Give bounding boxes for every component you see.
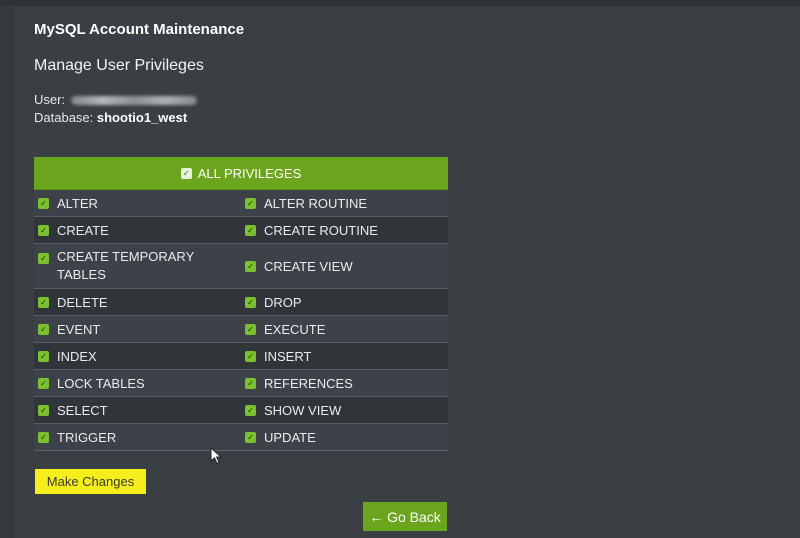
user-label: User: [34,92,66,107]
privilege-checkbox[interactable]: ✓ [38,404,49,416]
privilege-item[interactable]: ✓ SHOW VIEW [241,403,448,418]
privilege-label: CREATE [57,222,109,238]
privilege-checkbox[interactable]: ✓ [245,197,256,209]
privilege-checkbox[interactable]: ✓ [38,197,49,209]
privilege-label: EVENT [57,321,101,337]
privilege-item[interactable]: ✓ REFERENCES [241,376,448,391]
table-row: ✓ DELETE ✓ DROP [34,289,448,316]
database-value: shootio1_west [96,110,188,125]
privilege-label: CREATE ROUTINE [264,222,378,238]
privilege-label: INDEX [57,348,97,364]
privilege-item[interactable]: ✓ ALTER ROUTINE [241,196,448,211]
privilege-item[interactable]: ✓ EVENT [34,322,241,337]
privilege-item[interactable]: ✓ LOCK TABLES [34,376,241,391]
page-subtitle: Manage User Privileges [34,57,204,74]
privilege-checkbox[interactable]: ✓ [245,404,256,416]
left-strip [0,6,14,538]
privilege-checkbox[interactable]: ✓ [245,224,256,236]
table-row: ✓ CREATE ✓ CREATE ROUTINE [34,217,448,244]
privilege-checkbox[interactable]: ✓ [245,260,256,272]
privilege-item[interactable]: ✓ CREATE TEMPORARY TABLES [34,248,241,284]
privilege-checkbox[interactable]: ✓ [38,296,49,308]
all-privileges-label: ALL PRIVILEGES [197,165,302,181]
privilege-label: LOCK TABLES [57,375,145,391]
privilege-item[interactable]: ✓ CREATE [34,223,241,238]
privilege-label: ALTER ROUTINE [264,195,368,211]
privilege-item[interactable]: ✓ DELETE [34,295,241,310]
privilege-checkbox[interactable]: ✓ [38,224,49,236]
privilege-label: CREATE TEMPORARY TABLES [57,249,195,282]
privilege-item[interactable]: ✓ DROP [241,295,448,310]
privilege-label: REFERENCES [264,375,353,391]
privilege-item[interactable]: ✓ UPDATE [241,430,448,445]
privilege-label: SHOW VIEW [264,402,342,418]
go-back-button[interactable]: ← Go Back [363,502,447,531]
privilege-item[interactable]: ✓ ALTER [34,196,241,211]
mouse-pointer-icon [210,447,223,465]
privilege-checkbox[interactable]: ✓ [38,431,49,443]
privilege-item[interactable]: ✓ INDEX [34,349,241,364]
privilege-label: DROP [264,294,302,310]
privilege-label: INSERT [264,348,312,364]
table-row: ✓ CREATE TEMPORARY TABLES ✓ CREATE VIEW [34,244,448,289]
privilege-label: DELETE [57,294,108,310]
privilege-item[interactable]: ✓ CREATE VIEW [241,259,448,274]
privilege-item[interactable]: ✓ EXECUTE [241,322,448,337]
redacted-username [70,96,197,106]
privilege-checkbox[interactable]: ✓ [245,350,256,362]
privilege-checkbox[interactable]: ✓ [245,323,256,335]
table-row: ✓ TRIGGER ✓ UPDATE [34,424,448,451]
privilege-checkbox[interactable]: ✓ [38,350,49,362]
privilege-label: EXECUTE [264,321,326,337]
privilege-label: UPDATE [264,429,316,445]
privilege-checkbox[interactable]: ✓ [245,377,256,389]
database-label: Database: [34,110,94,125]
table-row: ✓ SELECT ✓ SHOW VIEW [34,397,448,424]
table-row: ✓ LOCK TABLES ✓ REFERENCES [34,370,448,397]
all-privileges-checkbox[interactable]: ✓ [180,167,192,179]
privilege-rows: ✓ ALTER ✓ ALTER ROUTINE ✓ CREATE ✓ CREATE ROUTI… [34,190,448,451]
privilege-item[interactable]: ✓ SELECT [34,403,241,418]
privileges-table: ✓ ALL PRIVILEGES ✓ ALTER ✓ ALTER ROUTINE ✓ CR… [34,157,448,451]
database-info: Database: shootio1_west [34,110,187,125]
table-row: ✓ INDEX ✓ INSERT [34,343,448,370]
privilege-checkbox[interactable]: ✓ [38,377,49,389]
privilege-label: TRIGGER [57,429,117,445]
privilege-checkbox[interactable]: ✓ [245,296,256,308]
user-info: User: [34,92,197,107]
privilege-checkbox[interactable]: ✓ [245,431,256,443]
privilege-label: CREATE VIEW [264,258,353,274]
all-privileges-row[interactable]: ✓ ALL PRIVILEGES [34,157,448,190]
privilege-item[interactable]: ✓ TRIGGER [34,430,241,445]
top-bar [0,0,800,6]
privilege-checkbox[interactable]: ✓ [38,253,49,264]
page-title: MySQL Account Maintenance [34,21,245,38]
table-row: ✓ ALTER ✓ ALTER ROUTINE [34,190,448,217]
privilege-label: SELECT [57,402,108,418]
privilege-label: ALTER [57,195,98,211]
privilege-checkbox[interactable]: ✓ [38,323,49,335]
privilege-item[interactable]: ✓ INSERT [241,349,448,364]
make-changes-button[interactable]: Make Changes [35,469,146,494]
table-row: ✓ EVENT ✓ EXECUTE [34,316,448,343]
privilege-item[interactable]: ✓ CREATE ROUTINE [241,223,448,238]
